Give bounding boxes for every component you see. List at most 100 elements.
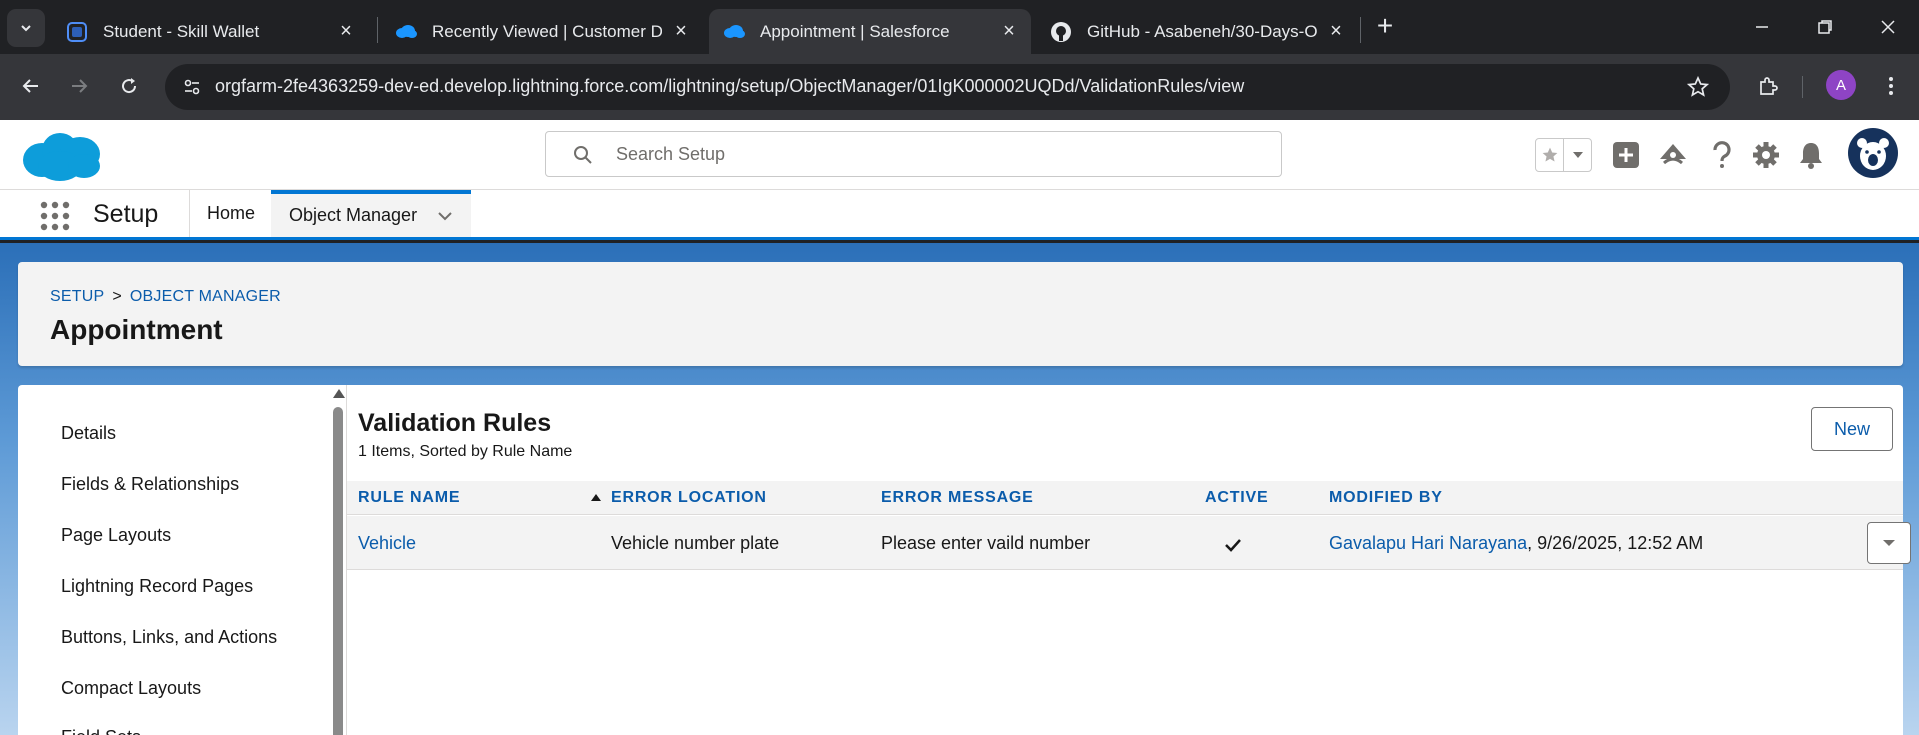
error-location-cell: Vehicle number plate — [611, 533, 780, 553]
app-launcher-icon[interactable] — [38, 199, 72, 233]
add-icon — [1613, 142, 1639, 168]
column-header-modified-by[interactable]: MODIFIED BY — [1329, 489, 1443, 507]
nav-item-label: Object Manager — [289, 205, 418, 225]
sort-ascending-icon[interactable] — [591, 494, 601, 501]
address-bar[interactable]: orgfarm-2fe4363259-dev-ed.develop.lightn… — [165, 64, 1730, 110]
skill-wallet-icon — [66, 21, 88, 43]
sidebar-item-field-sets[interactable]: Field Sets — [61, 727, 141, 735]
browser-tab[interactable]: Student - Skill Wallet × — [52, 9, 368, 54]
restore-icon — [1818, 20, 1832, 34]
url-text[interactable]: orgfarm-2fe4363259-dev-ed.develop.lightn… — [215, 76, 1244, 97]
favorites-button-group — [1535, 138, 1592, 172]
column-header-error-location[interactable]: ERROR LOCATION — [611, 489, 767, 507]
astro-bear-icon — [1857, 138, 1889, 170]
close-window-button[interactable] — [1873, 12, 1903, 42]
column-header-error-message[interactable]: ERROR MESSAGE — [881, 489, 1034, 507]
scrollbar-thumb[interactable] — [333, 407, 343, 735]
forward-button[interactable] — [63, 70, 95, 102]
row-actions-button[interactable] — [1867, 522, 1911, 564]
caret-down-icon — [1572, 152, 1583, 158]
favorites-list-button[interactable] — [1563, 139, 1591, 171]
gear-icon — [1753, 142, 1779, 168]
rule-name-link[interactable]: Vehicle — [358, 533, 416, 553]
close-icon[interactable]: × — [671, 21, 691, 41]
global-actions-button[interactable] — [1609, 138, 1643, 172]
sidebar-scrollbar[interactable] — [332, 389, 345, 735]
error-message-cell: Please enter vaild number — [881, 533, 1091, 553]
extensions-button[interactable] — [1752, 70, 1784, 102]
sidebar-item-fields-relationships[interactable]: Fields & Relationships — [61, 474, 239, 495]
close-icon[interactable]: × — [336, 21, 356, 41]
setup-search-box[interactable] — [545, 131, 1282, 177]
help-button[interactable] — [1705, 138, 1739, 172]
browser-menu-button[interactable] — [1875, 70, 1907, 102]
browser-tab[interactable]: Recently Viewed | Customer De × — [381, 9, 703, 54]
modified-date: , 9/26/2025, 12:52 AM — [1527, 533, 1704, 553]
column-header-rule-name[interactable]: RULE NAME — [358, 489, 460, 507]
tab-search-button[interactable] — [7, 9, 45, 47]
list-summary: 1 Items, Sorted by Rule Name — [358, 443, 573, 460]
table-row: Vehicle Vehicle number plate Please ente… — [347, 516, 1911, 570]
sidebar-item-lightning-record-pages[interactable]: Lightning Record Pages — [61, 576, 253, 597]
user-profile-avatar[interactable] — [1848, 128, 1898, 178]
nav-item-object-manager[interactable]: Object Manager — [271, 190, 471, 237]
modified-by-user-link[interactable]: Gavalapu Hari Narayana — [1329, 533, 1527, 553]
trailhead-guidance-button[interactable] — [1656, 138, 1690, 172]
validation-rules-title: Validation Rules — [358, 409, 552, 437]
reload-button[interactable] — [113, 70, 145, 102]
tab-title: Recently Viewed | Customer De — [432, 21, 662, 41]
minimize-button[interactable] — [1747, 12, 1777, 42]
new-rule-button[interactable]: New — [1811, 407, 1893, 451]
browser-tab[interactable]: GitHub - Asabeneh/30-Days-Of × — [1036, 9, 1358, 54]
favorite-star-button[interactable] — [1536, 139, 1563, 171]
close-icon — [1881, 20, 1895, 34]
checkmark-icon — [1225, 539, 1241, 552]
setup-gear-button[interactable] — [1749, 138, 1783, 172]
nav-item-home[interactable]: Home — [190, 190, 271, 237]
notifications-button[interactable] — [1794, 138, 1828, 172]
tab-separator — [377, 17, 378, 43]
search-icon — [574, 146, 592, 164]
app-name: Setup — [93, 200, 159, 228]
modified-by-cell: Gavalapu Hari Narayana, 9/26/2025, 12:52… — [1329, 533, 1703, 554]
column-header-active[interactable]: ACTIVE — [1205, 489, 1268, 507]
bookmark-star-icon[interactable] — [1684, 73, 1712, 101]
bell-icon — [1800, 143, 1822, 169]
breadcrumb-object-manager-link[interactable]: OBJECT MANAGER — [130, 288, 281, 306]
salesforce-cloud-icon — [395, 21, 417, 43]
browser-toolbar: orgfarm-2fe4363259-dev-ed.develop.lightn… — [0, 54, 1919, 120]
tab-separator — [1360, 17, 1361, 43]
close-icon[interactable]: × — [999, 21, 1019, 41]
close-icon[interactable]: × — [1326, 21, 1346, 41]
breadcrumb-setup-link[interactable]: SETUP — [50, 288, 104, 306]
browser-tab-active[interactable]: Appointment | Salesforce × — [709, 9, 1031, 54]
site-info-icon[interactable] — [177, 72, 207, 102]
breadcrumb-separator: > — [112, 288, 122, 305]
profile-avatar[interactable]: A — [1826, 70, 1856, 100]
salesforce-cloud-icon — [723, 21, 745, 43]
sidebar-item-page-layouts[interactable]: Page Layouts — [61, 525, 171, 546]
back-button[interactable] — [15, 70, 47, 102]
minimize-icon — [1756, 26, 1768, 28]
scroll-up-arrow-icon[interactable] — [333, 389, 345, 398]
puzzle-icon — [1760, 77, 1778, 95]
table-header: RULE NAME ERROR LOCATION ERROR MESSAGE A… — [347, 481, 1903, 515]
chevron-down-icon[interactable] — [437, 210, 453, 222]
tab-title: Appointment | Salesforce — [760, 21, 950, 41]
arrow-right-icon — [72, 79, 88, 93]
salesforce-global-header — [0, 120, 1919, 190]
new-tab-button[interactable]: + — [1370, 12, 1400, 42]
search-input[interactable] — [616, 140, 1256, 168]
caret-down-icon — [1883, 540, 1895, 546]
reload-icon — [122, 78, 137, 94]
sidebar-item-buttons-links-actions[interactable]: Buttons, Links, and Actions — [61, 627, 277, 648]
object-detail-card: Details Fields & Relationships Page Layo… — [18, 385, 1911, 735]
trailhead-icon — [1660, 144, 1686, 165]
object-page-header: SETUP > OBJECT MANAGER Appointment — [18, 262, 1903, 366]
object-sidebar: Details Fields & Relationships Page Layo… — [18, 385, 346, 735]
sidebar-item-compact-layouts[interactable]: Compact Layouts — [61, 678, 201, 699]
sidebar-item-details[interactable]: Details — [61, 423, 116, 444]
salesforce-logo[interactable] — [20, 128, 102, 184]
restore-button[interactable] — [1810, 12, 1840, 42]
breadcrumb: SETUP > OBJECT MANAGER — [50, 288, 281, 306]
